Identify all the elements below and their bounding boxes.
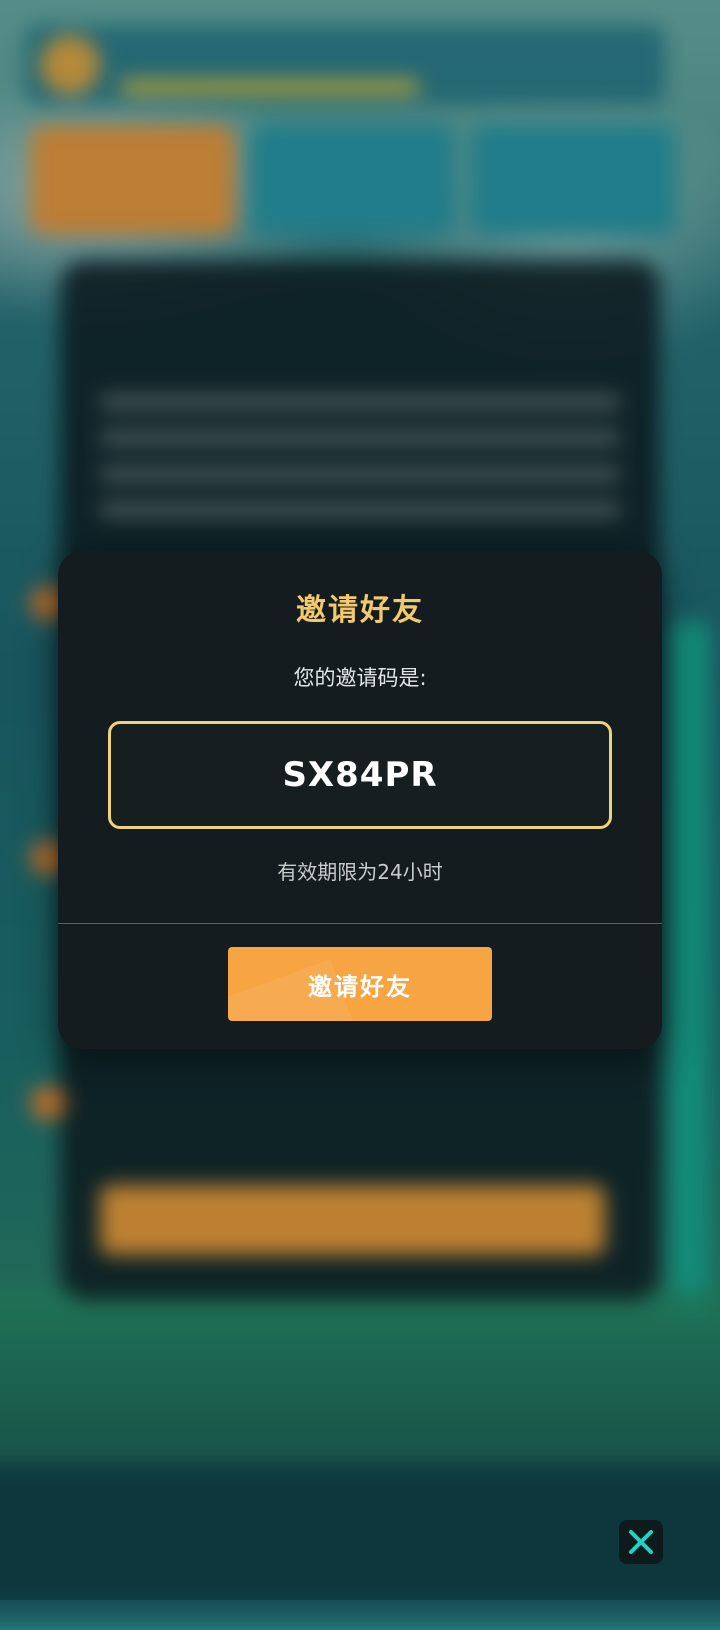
invite-code-label: 您的邀请码是: <box>293 666 427 690</box>
invite-dialog: 邀请好友 您的邀请码是: SX84PR 有效期限为24小时 邀请好友 <box>58 551 662 1049</box>
dialog-title: 邀请好友 <box>296 593 424 628</box>
invite-friends-button-label: 邀请好友 <box>308 972 412 1001</box>
invite-friends-button[interactable]: 邀请好友 <box>228 947 492 1021</box>
close-icon <box>629 1530 653 1554</box>
validity-note: 有效期限为24小时 <box>277 860 443 884</box>
invite-code-box[interactable]: SX84PR <box>108 721 612 829</box>
close-button[interactable] <box>619 1520 663 1564</box>
invite-code-value[interactable]: SX84PR <box>111 724 609 826</box>
divider <box>58 923 662 924</box>
